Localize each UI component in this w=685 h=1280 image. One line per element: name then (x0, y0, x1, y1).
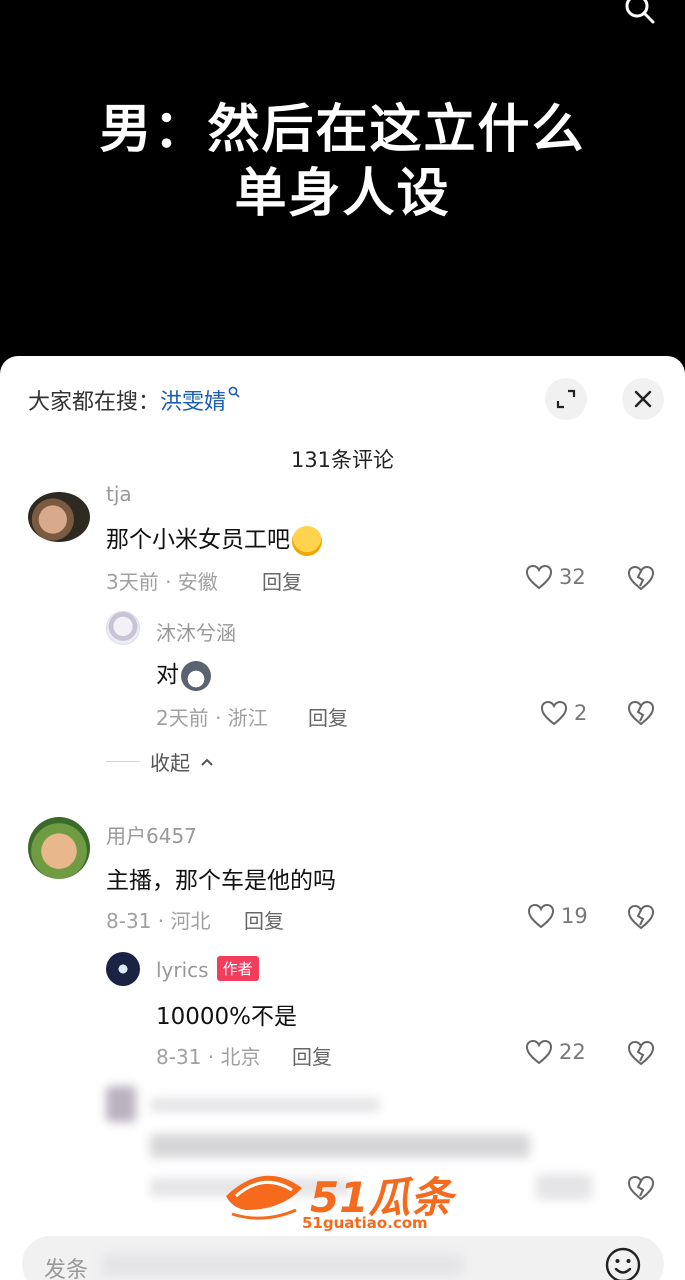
reply-button[interactable]: 回复 (308, 702, 348, 731)
comment-meta: 3天前 · 安徽 (106, 570, 218, 594)
husky-emoji (181, 660, 211, 691)
comment-input-placeholder: 发条 (44, 1258, 89, 1280)
chevron-up-icon (201, 758, 213, 766)
comment-username[interactable]: 用户6457 (106, 820, 197, 849)
watermark-logo: 51瓜条 51guatiao.com (222, 1164, 462, 1240)
avatar[interactable] (106, 952, 140, 986)
laughing-crying-emoji (292, 525, 322, 556)
comment-username[interactable]: 沐沐兮涵 (156, 617, 236, 646)
like-count: 2 (574, 701, 588, 725)
avatar[interactable] (28, 817, 90, 879)
like-button[interactable]: 19 (527, 903, 588, 929)
author-badge: 作者 (216, 956, 259, 981)
collapse-replies-button[interactable]: 收起 (106, 747, 214, 776)
expand-button[interactable] (545, 378, 587, 420)
blurred-avatar (106, 1086, 136, 1122)
heart-icon (527, 903, 555, 929)
like-button[interactable]: 2 (540, 700, 587, 726)
heart-icon (525, 1039, 553, 1065)
video-caption: 男：然后在这立什么 单身人设 (0, 98, 685, 226)
heart-icon (525, 564, 553, 590)
caption-line-2: 单身人设 (234, 164, 451, 224)
dislike-icon[interactable] (626, 903, 656, 931)
expand-icon (556, 389, 576, 409)
dislike-icon[interactable] (626, 1039, 656, 1067)
blurred-text (536, 1174, 592, 1200)
caption-line-1: 男：然后在这立什么 (99, 100, 586, 160)
like-button[interactable]: 32 (525, 564, 586, 590)
comment-text: 对 (156, 655, 211, 691)
emoji-icon[interactable] (604, 1246, 642, 1280)
blurred-text (150, 1098, 380, 1112)
blurred-text (150, 1134, 530, 1158)
watermark-url: 51guatiao.com (302, 1214, 428, 1232)
comment-username[interactable]: lyrics (156, 958, 209, 982)
comment-text-body: 对 (156, 662, 179, 688)
close-icon (634, 390, 652, 408)
comment-count: 131条评论 (290, 448, 395, 472)
melon-logo-icon (226, 1175, 302, 1220)
collapse-label: 收起 (150, 751, 190, 775)
search-icon (228, 386, 240, 398)
comment-text: 10000%不是 (156, 1004, 298, 1030)
reply-button[interactable]: 回复 (262, 566, 302, 595)
like-count: 19 (561, 904, 588, 928)
comment-text: 那个小米女员工吧 (106, 520, 322, 556)
like-count: 32 (559, 565, 586, 589)
comment-username-row: lyrics 作者 (156, 956, 259, 982)
search-icon[interactable] (623, 0, 657, 28)
avatar[interactable] (106, 611, 140, 645)
blurred-text (102, 1254, 462, 1276)
comment-input[interactable]: 发条 (22, 1236, 664, 1280)
dislike-icon[interactable] (626, 564, 656, 592)
avatar[interactable] (28, 492, 90, 542)
heart-icon (540, 700, 568, 726)
comment-meta: 8-31 · 北京 (156, 1045, 261, 1069)
like-count: 22 (559, 1040, 586, 1064)
video-area[interactable]: 男：然后在这立什么 单身人设 (0, 0, 685, 360)
like-button[interactable]: 22 (525, 1039, 586, 1065)
comment-meta: 8-31 · 河北 (106, 909, 211, 933)
comment-text-body: 那个小米女员工吧 (106, 527, 290, 553)
reply-button[interactable]: 回复 (292, 1041, 332, 1070)
comment-meta: 2天前 · 浙江 (156, 706, 268, 730)
comment-sheet: 大家都在搜：洪雯婧 131条评论 tja 那个小米女员工吧 3天前 · 安徽 回… (0, 356, 685, 1280)
hot-search-keyword[interactable]: 洪雯婧 (160, 390, 226, 415)
divider (106, 761, 140, 762)
close-button[interactable] (622, 378, 664, 420)
hot-search[interactable]: 大家都在搜：洪雯婧 (28, 384, 240, 416)
comment-username[interactable]: tja (106, 482, 132, 506)
dislike-icon[interactable] (626, 699, 656, 727)
dislike-icon[interactable] (626, 1174, 656, 1202)
comment-text: 主播，那个车是他的吗 (106, 868, 336, 894)
hot-search-prefix: 大家都在搜： (28, 390, 161, 415)
reply-button[interactable]: 回复 (244, 905, 284, 934)
